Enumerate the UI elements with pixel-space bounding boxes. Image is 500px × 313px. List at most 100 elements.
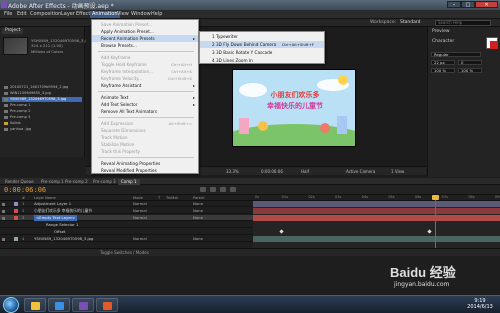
timeline-graph[interactable]: 0s 01s 02s 03s 04s 05s 06s 07s 08s 09s	[253, 195, 500, 248]
animation-menu-item[interactable]: Keyframe Assistant ▸	[92, 82, 198, 89]
layer-duration-bar[interactable]	[253, 236, 500, 242]
menu-item-label: Toggle Hold Keyframe	[101, 62, 147, 67]
recent-preset-item[interactable]: 1 Typewriter	[200, 33, 324, 40]
project-item[interactable]: yanhua .jpg	[2, 127, 82, 132]
project-item[interactable]: WIN1109649650_3.jpg	[2, 91, 82, 96]
graph-editor-icon[interactable]	[230, 187, 236, 192]
label-color[interactable]	[14, 237, 18, 241]
views-select[interactable]: 1 View	[391, 169, 404, 174]
mode-select[interactable]: Normal	[133, 208, 147, 214]
start-button[interactable]	[3, 297, 19, 313]
property-row[interactable]: Offset	[0, 229, 253, 235]
minimize-button[interactable]: –	[447, 1, 461, 8]
ruler-tick-label: 05s	[388, 195, 395, 199]
tab-character[interactable]: Character	[432, 39, 454, 44]
parent-select[interactable]: None	[193, 201, 203, 207]
camera-select[interactable]: Active Camera	[346, 169, 375, 174]
visibility-icon[interactable]	[2, 217, 5, 220]
mode-select[interactable]: Normal	[133, 201, 147, 207]
current-time-display[interactable]: 0:00:06:06	[4, 186, 46, 194]
project-item[interactable]: Pre-comp 1	[2, 103, 82, 108]
menu-composition[interactable]: Composition	[28, 11, 63, 18]
font-style-select[interactable]: Regular	[431, 52, 481, 57]
keyframe-icon[interactable]	[279, 229, 284, 234]
resolution-select[interactable]: Half	[301, 169, 309, 174]
workspace-select[interactable]: Standard	[400, 20, 420, 25]
taskbar-app[interactable]	[72, 298, 94, 312]
layer-row[interactable]: 1 Adjustment Layer 1 Normal None	[0, 201, 253, 207]
recent-preset-item[interactable]: 2 3D Fly Down Behind Camera Ctrl+Alt+Shif…	[200, 41, 324, 48]
recent-preset-item[interactable]: 4 3D Lines Zoom In	[200, 57, 324, 64]
comp-flowchart-icon[interactable]	[200, 187, 206, 192]
mode-select[interactable]: Normal	[133, 236, 147, 242]
maximize-button[interactable]: □	[461, 1, 475, 8]
browser-icon	[55, 302, 64, 310]
animation-menu-item[interactable]: Remove All Text Animators	[92, 108, 198, 115]
project-item[interactable]: Pre-comp 3	[2, 115, 82, 120]
project-item[interactable]: Solids	[2, 121, 82, 126]
project-item[interactable]: Pre-comp 2	[2, 109, 82, 114]
keyframe-icon[interactable]	[427, 229, 432, 234]
layer-duration-bar[interactable]	[253, 215, 500, 221]
current-time-indicator-head[interactable]	[432, 195, 439, 200]
current-time-indicator[interactable]	[435, 195, 436, 248]
timeline-layers: 1 Adjustment Layer 1 Normal None 2 小朋友们欢…	[0, 201, 253, 248]
label-color[interactable]	[14, 209, 18, 213]
layer-row[interactable]: 2 小朋友们欢乐多 幸福快乐的儿童节 Normal None	[0, 208, 253, 214]
taskbar-app[interactable]	[48, 298, 70, 312]
project-item[interactable]: 20100721_1461709b9594_2.jpg	[2, 85, 82, 90]
zoom-select[interactable]: 33.3%	[226, 169, 239, 174]
tab-project[interactable]: Project	[2, 28, 24, 34]
taskbar-app[interactable]	[24, 298, 46, 312]
recent-preset-item[interactable]: 3 3D Basic Rotate Y Cascade	[200, 49, 324, 56]
label-color[interactable]	[14, 202, 18, 206]
stroke-color-swatch[interactable]	[490, 41, 498, 49]
taskbar-app[interactable]	[96, 298, 118, 312]
parent-select[interactable]: None	[193, 236, 203, 242]
search-help-input[interactable]: Search Help	[435, 20, 491, 26]
animation-menu-item[interactable]: Apply Animation Preset...	[92, 28, 198, 35]
layer-duration-bar[interactable]	[253, 201, 500, 207]
toggle-switches-modes[interactable]: Toggle Switches / Modes	[100, 250, 149, 255]
property-row[interactable]: Range Selector 1	[0, 222, 253, 228]
menu-item-shortcut: Ctrl+Alt+K	[171, 69, 192, 74]
menu-edit[interactable]: Edit	[15, 11, 29, 18]
title-bar: Adobe After Effects - 动画预设.aep * – □ ✕	[0, 0, 500, 10]
visibility-icon[interactable]	[2, 210, 5, 213]
motion-blur-icon[interactable]	[220, 187, 226, 192]
menu-file[interactable]: File	[2, 11, 14, 18]
mode-select[interactable]: Normal	[133, 215, 147, 221]
tab-preview[interactable]: Preview	[432, 29, 450, 34]
animation-menu-item[interactable]: Reveal Modified Properties	[92, 167, 198, 174]
project-thumbnail	[3, 37, 28, 55]
animation-menu-item: Keyframe Velocity... Ctrl+Shift+K	[92, 75, 198, 82]
visibility-icon[interactable]	[2, 238, 5, 241]
project-item-selected[interactable]: YSH0589_1320469T0598_3.jpg	[2, 97, 82, 102]
animation-menu-item[interactable]: Animate Text ▸	[92, 94, 198, 101]
menu-help[interactable]: Help	[149, 11, 164, 18]
animation-menu-item[interactable]: Reveal Animating Properties	[92, 160, 198, 167]
property-name: Offset	[54, 229, 66, 234]
tracking-field[interactable]: 0	[458, 60, 482, 65]
parent-select[interactable]: None	[193, 208, 203, 214]
label-color[interactable]	[14, 216, 18, 220]
vertical-scale-field[interactable]: 100 %	[431, 68, 455, 73]
menu-item-label: Keyframe Interpolation...	[101, 69, 154, 74]
viewer-timecode[interactable]: 0:00:06:06	[261, 169, 283, 174]
close-button[interactable]: ✕	[475, 1, 498, 8]
horizontal-scale-field[interactable]: 100 %	[458, 68, 482, 73]
layer-row-selected[interactable]: 3 <Empty Text Layer> Normal None	[0, 215, 253, 221]
animation-menu-item[interactable]: Browse Presets...	[92, 42, 198, 49]
animation-menu-item: Stabilize Motion	[92, 141, 198, 148]
composition-canvas[interactable]: 小朋友们欢乐多 幸福快乐的儿童节	[232, 69, 356, 147]
layer-duration-bar[interactable]	[253, 208, 500, 214]
font-size-field[interactable]: 22 px	[431, 60, 455, 65]
taskbar-clock[interactable]: 9:19 2014/6/13	[465, 298, 495, 310]
visibility-icon[interactable]	[2, 203, 5, 206]
animation-menu-item[interactable]: Recent Animation Presets ▸	[92, 35, 198, 42]
submenu-arrow-icon: ▸	[192, 95, 195, 100]
draft-3d-icon[interactable]	[210, 187, 216, 192]
parent-select[interactable]: None	[193, 215, 203, 221]
animation-menu-item[interactable]: Add Text Selector ▸	[92, 101, 198, 108]
layer-row[interactable]: 4 YSH0589_1320469T0598_3.jpg Normal None	[0, 236, 253, 242]
